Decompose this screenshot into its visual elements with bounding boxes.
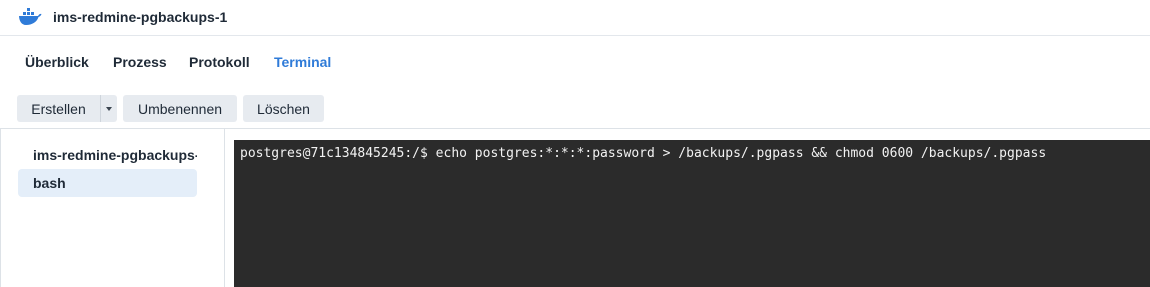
tab-overview[interactable]: Überblick [25,54,89,70]
create-button-label: Erstellen [31,100,86,117]
session-item-label: bash [33,175,66,191]
rename-button-label: Umbenennen [137,100,223,117]
terminal-output[interactable]: postgres@71c134845245:/$ echo postgres:*… [234,140,1150,287]
terminal-panel: ims-redmine-pgbackups-1 bash postgres@71… [0,128,1150,287]
session-item-label: ims-redmine-pgbackups-1 [33,147,197,163]
session-list: ims-redmine-pgbackups-1 bash [0,129,225,287]
docker-whale-icon [19,8,42,25]
terminal-line: postgres@71c134845245:/$ echo postgres:*… [240,146,1047,161]
tab-terminal[interactable]: Terminal [274,54,331,70]
tab-process[interactable]: Prozess [113,54,167,70]
window-title: ims-redmine-pgbackups-1 [53,9,228,25]
rename-button[interactable]: Umbenennen [123,95,237,122]
chevron-down-icon [106,106,112,111]
session-item-bash[interactable]: bash [18,169,197,197]
toolbar: Erstellen Umbenennen Löschen [0,84,1150,128]
create-button[interactable]: Erstellen [17,95,100,122]
tab-bar: Überblick Prozess Protokoll Terminal [0,36,1150,84]
title-bar: ims-redmine-pgbackups-1 [0,0,1150,36]
tab-log[interactable]: Protokoll [189,54,250,70]
create-dropdown-button[interactable] [100,95,117,122]
delete-button-label: Löschen [257,100,310,117]
delete-button[interactable]: Löschen [243,95,324,122]
session-item-container[interactable]: ims-redmine-pgbackups-1 [18,141,197,169]
